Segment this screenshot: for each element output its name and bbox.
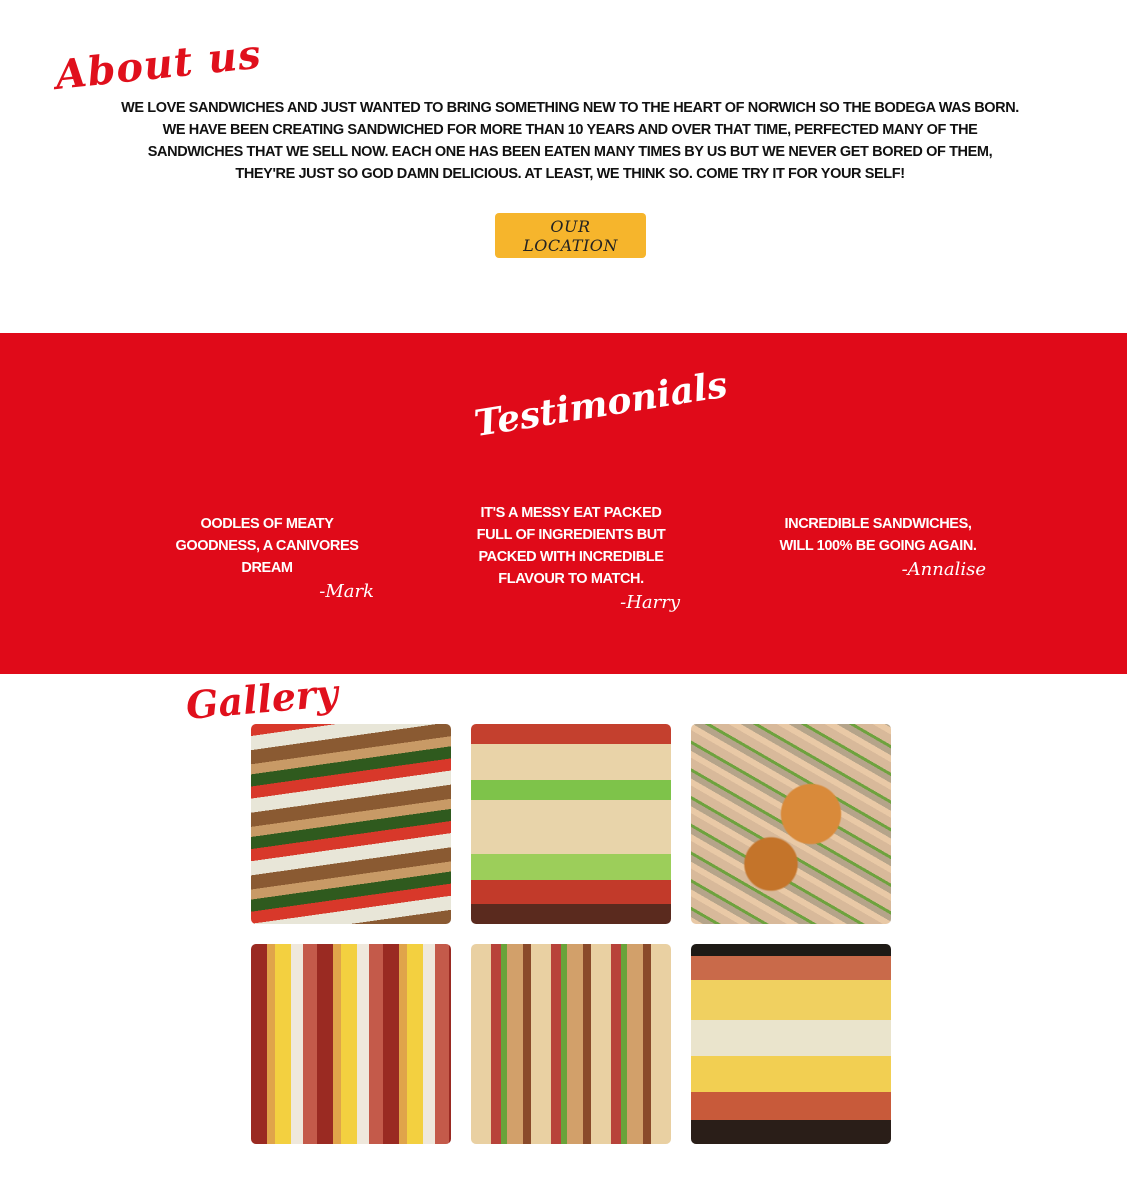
testimonials-section: Testimonials Oodles of meaty goodness, a… xyxy=(0,333,1127,674)
testimonials-title: Testimonials xyxy=(471,363,731,445)
gallery-image[interactable] xyxy=(691,944,891,1144)
testimonial-quote: It's a messy eat packed full of ingredie… xyxy=(476,505,666,587)
our-location-button[interactable]: Our Location xyxy=(495,213,646,258)
gallery-grid xyxy=(251,724,891,1144)
gallery-image[interactable] xyxy=(471,944,671,1144)
testimonial-quote: Incredible sandwiches, will 100% be goin… xyxy=(779,516,977,554)
testimonial-quote: Oodles of meaty goodness, a canivores dr… xyxy=(175,516,359,576)
gallery-image[interactable] xyxy=(251,944,451,1144)
gallery-image[interactable] xyxy=(691,724,891,924)
testimonial-author: -Mark xyxy=(319,581,374,602)
gallery-title: Gallery xyxy=(184,669,340,728)
gallery-image[interactable] xyxy=(251,724,451,924)
gallery-image[interactable] xyxy=(471,724,671,924)
testimonial-card: Incredible sandwiches, will 100% be goin… xyxy=(770,513,986,580)
about-text: We love sandwiches and just wanted to br… xyxy=(121,100,1019,182)
testimonial-card: Oodles of meaty goodness, a canivores dr… xyxy=(160,513,374,602)
about-title: About us xyxy=(53,30,264,99)
testimonial-card: It's a messy eat packed full of ingredie… xyxy=(462,502,680,613)
testimonial-author: -Annalise xyxy=(901,559,986,580)
testimonial-author: -Harry xyxy=(620,592,680,613)
